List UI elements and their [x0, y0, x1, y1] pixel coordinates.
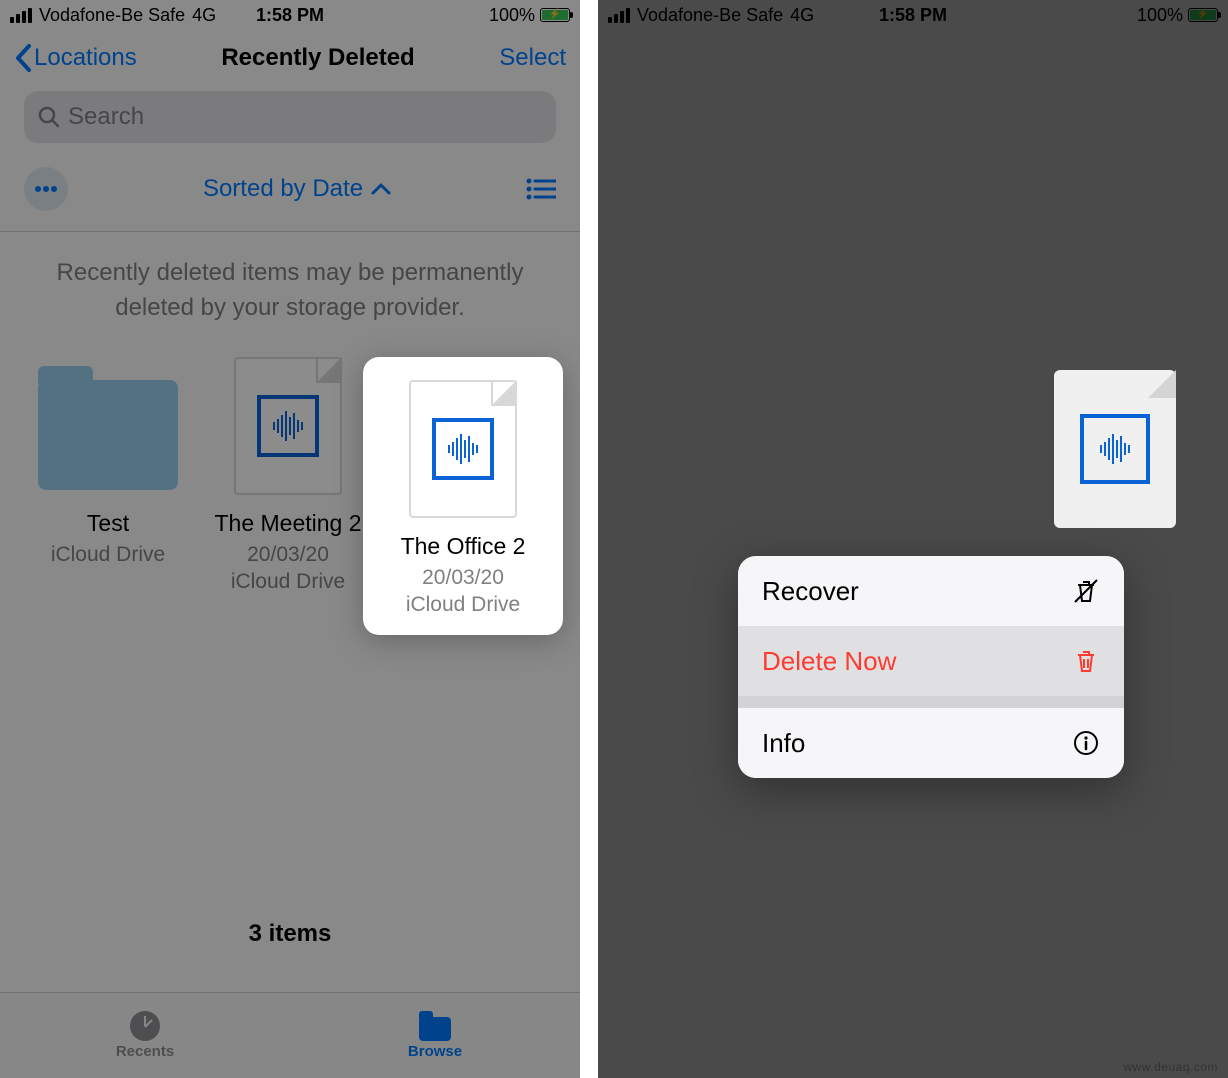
phone-right: Vodafone-Be Safe 4G 1:58 PM 100% Recover…	[598, 0, 1228, 1078]
file-location: iCloud Drive	[406, 593, 520, 616]
trash-icon	[1072, 647, 1100, 675]
file-date: 20/03/20	[422, 566, 504, 589]
phone-left: Vodafone-Be Safe 4G 1:58 PM 100% Locatio…	[0, 0, 580, 1078]
selected-file-card[interactable]: The Office 2 20/03/20 iCloud Drive	[363, 357, 563, 635]
screenshot-divider	[580, 0, 598, 1078]
audio-waveform-icon	[432, 418, 494, 480]
menu-item-label: Recover	[762, 576, 859, 607]
menu-item-delete[interactable]: Delete Now	[738, 626, 1124, 696]
menu-separator	[738, 696, 1124, 708]
info-icon	[1072, 729, 1100, 757]
dim-overlay	[598, 0, 1228, 1078]
file-name: The Office 2	[373, 533, 553, 560]
context-menu: Recover Delete Now Info	[738, 556, 1124, 778]
audio-waveform-icon	[1080, 414, 1150, 484]
menu-item-recover[interactable]: Recover	[738, 556, 1124, 626]
menu-item-label: Delete Now	[762, 646, 896, 677]
recover-icon	[1072, 577, 1100, 605]
menu-item-info[interactable]: Info	[738, 708, 1124, 778]
menu-item-label: Info	[762, 728, 805, 759]
document-icon	[409, 380, 517, 518]
selected-file-preview	[1054, 370, 1176, 528]
